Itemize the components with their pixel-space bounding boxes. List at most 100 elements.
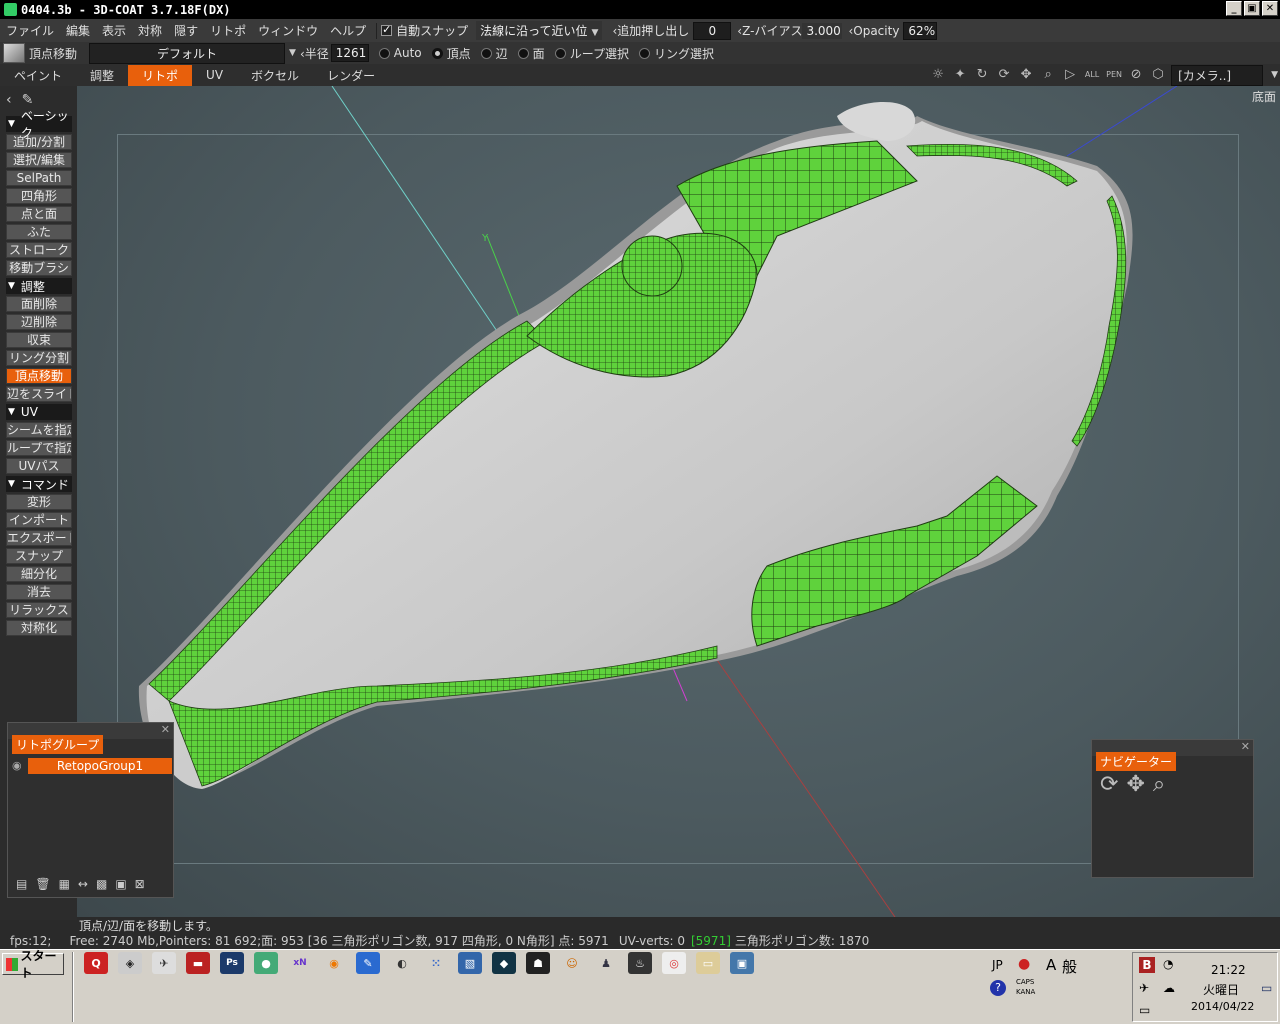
tool-cap[interactable]: ふた — [6, 224, 72, 240]
start-button[interactable]: スタート — [2, 949, 64, 980]
tab-sculpt[interactable]: 調整 — [76, 65, 128, 86]
app-q-icon[interactable]: Q — [84, 952, 108, 974]
grid-icon[interactable]: ▩ — [96, 877, 107, 891]
tool-delete-edges[interactable]: 辺削除 — [6, 314, 72, 330]
light-icon[interactable]: ☼ — [929, 66, 947, 84]
ime-mode-label[interactable]: 般 — [1062, 956, 1077, 977]
maximize-button[interactable]: ▣ — [1244, 1, 1260, 16]
pen-icon[interactable]: PEN — [1105, 66, 1123, 84]
opacity-input[interactable]: 62% — [903, 21, 938, 40]
helmet-icon[interactable]: ☗ — [526, 952, 550, 974]
chevron-down-icon[interactable]: ▼ — [289, 48, 296, 58]
rotate-icon[interactable]: ⟳ — [1100, 772, 1118, 797]
network-icon[interactable]: ✈ — [1139, 981, 1149, 995]
close-button[interactable]: ✕ — [1262, 1, 1278, 16]
help-icon[interactable]: ? — [990, 980, 1006, 996]
tool-quads[interactable]: 四角形 — [6, 188, 72, 204]
clear-icon[interactable]: ⊠ — [135, 877, 145, 891]
blue-app-icon[interactable]: ◆ — [492, 952, 516, 974]
auto-snap-checkbox[interactable] — [381, 23, 393, 36]
cmd-transform[interactable]: 変形 — [6, 494, 72, 510]
cmd-subdivide[interactable]: 細分化 — [6, 566, 72, 582]
cmd-snap[interactable]: スナップ — [6, 548, 72, 564]
camera-dropdown[interactable]: [カメラ..] — [1171, 64, 1264, 86]
tool-collapse[interactable]: 収束 — [6, 332, 72, 348]
tool-ring-split[interactable]: リング分割 — [6, 350, 72, 366]
red-app-icon[interactable]: ▬ — [186, 952, 210, 974]
tab-render[interactable]: レンダー — [313, 65, 389, 86]
cmd-clear[interactable]: 消去 — [6, 584, 72, 600]
preset-dropdown[interactable]: デフォルト — [89, 42, 286, 64]
section-commands[interactable]: ▼ コマンド — [6, 476, 72, 492]
snap-mode-dropdown[interactable]: 法線に沿って近い位 ▼ — [476, 21, 603, 40]
brush-icon[interactable]: ✎ — [22, 92, 34, 108]
menu-symmetry[interactable]: 対称 — [132, 22, 168, 39]
section-basic[interactable]: ▼ ベーシック — [6, 109, 72, 140]
tab-paint[interactable]: ペイント — [0, 65, 76, 86]
section-adjust[interactable]: ▼ 調整 — [6, 278, 72, 294]
tool-strokes[interactable]: ストローク — [6, 242, 72, 258]
retopo-group-name[interactable]: RetopoGroup1 — [28, 757, 172, 774]
monitor-icon[interactable]: ▭ — [1139, 1003, 1150, 1017]
section-uv[interactable]: ▼ UV — [6, 404, 72, 420]
collapse-left-icon[interactable]: ‹ — [6, 92, 12, 108]
tool-mark-seams[interactable]: シームを指定 — [6, 422, 72, 438]
brush-rotate-icon[interactable]: ↻ — [973, 66, 991, 84]
zoom-icon[interactable]: ⌕ — [1039, 66, 1057, 84]
new-layer-icon[interactable]: ▤ — [16, 877, 27, 891]
b-app-icon[interactable]: B — [1139, 957, 1155, 973]
tool-select-edit[interactable]: 選択/編集 — [6, 152, 72, 168]
minimize-button[interactable]: _ — [1226, 1, 1242, 16]
clock-time[interactable]: 21:22 — [1211, 963, 1246, 977]
tool-move-brush[interactable]: 移動ブラシ — [6, 260, 72, 276]
mode-radio-edge[interactable] — [480, 47, 492, 59]
runner-icon[interactable]: ✈ — [152, 952, 176, 974]
steam-icon[interactable]: ♨ — [628, 952, 652, 974]
unity-icon[interactable]: ◈ — [118, 952, 142, 974]
bulb-icon[interactable]: ✦ — [951, 66, 969, 84]
mode-radio-face[interactable] — [517, 47, 529, 59]
tool-points-faces[interactable]: 点と面 — [6, 206, 72, 222]
photoshop-icon[interactable]: Ps — [220, 952, 244, 974]
mode-radio-ring[interactable] — [638, 47, 650, 59]
ime-icon[interactable]: ● — [1018, 956, 1030, 972]
face-icon[interactable]: ☺ — [560, 952, 584, 974]
show-desktop-icon[interactable]: ▭ — [1261, 981, 1272, 995]
blender-icon[interactable]: ◉ — [322, 952, 346, 974]
mode-radio-loop[interactable] — [554, 47, 566, 59]
eye-icon[interactable]: ◉ — [12, 759, 28, 772]
play-icon[interactable]: ▷ — [1061, 66, 1079, 84]
trash-icon[interactable]: 🗑 — [35, 877, 50, 891]
forbid-icon[interactable]: ⊘ — [1127, 66, 1145, 84]
window-app-icon[interactable]: ▣ — [730, 952, 754, 974]
rotate-icon[interactable]: ⟳ — [995, 66, 1013, 84]
cmd-export[interactable]: エクスポート — [6, 530, 72, 546]
cloud-icon[interactable]: ☁ — [1163, 981, 1175, 995]
tool-move-vertex[interactable]: 頂点移動 — [6, 368, 72, 384]
menu-file[interactable]: ファイル — [0, 22, 60, 39]
cmd-relax[interactable]: リラックス — [6, 602, 72, 618]
cube-view-icon[interactable]: ⬡ — [1149, 66, 1167, 84]
menu-retopo[interactable]: リトポ — [204, 22, 252, 39]
tool-delete-faces[interactable]: 面削除 — [6, 296, 72, 312]
close-icon[interactable]: ✕ — [161, 723, 170, 736]
navigator-tab[interactable]: ナビゲーター — [1096, 752, 1177, 771]
retopo-group-row[interactable]: ◉ RetopoGroup1 — [12, 757, 172, 774]
3dcoat-icon[interactable]: ● — [254, 952, 278, 974]
game-icon[interactable]: ♟ — [594, 952, 618, 974]
menu-hide[interactable]: 隠す — [168, 22, 204, 39]
tool-mark-loops[interactable]: ループで指定 — [6, 440, 72, 456]
retopo-groups-tab[interactable]: リトポグループ — [12, 735, 104, 754]
cmd-import[interactable]: インポート — [6, 512, 72, 528]
clock-icon[interactable]: ◔ — [1163, 957, 1173, 971]
tool-add-split[interactable]: 追加/分割 — [6, 134, 72, 150]
menu-edit[interactable]: 編集 — [60, 22, 96, 39]
lang-indicator[interactable]: JP — [992, 958, 1003, 972]
all-icon[interactable]: ALL — [1083, 66, 1101, 84]
dots-app-icon[interactable]: ⁙ — [424, 952, 448, 974]
zoom-icon[interactable]: ⌕ — [1153, 772, 1165, 797]
extrude-input[interactable]: 0 — [693, 21, 732, 40]
eye-app-icon[interactable]: ◐ — [390, 952, 414, 974]
menu-help[interactable]: ヘルプ — [324, 22, 372, 39]
tab-uv[interactable]: UV — [192, 66, 237, 84]
